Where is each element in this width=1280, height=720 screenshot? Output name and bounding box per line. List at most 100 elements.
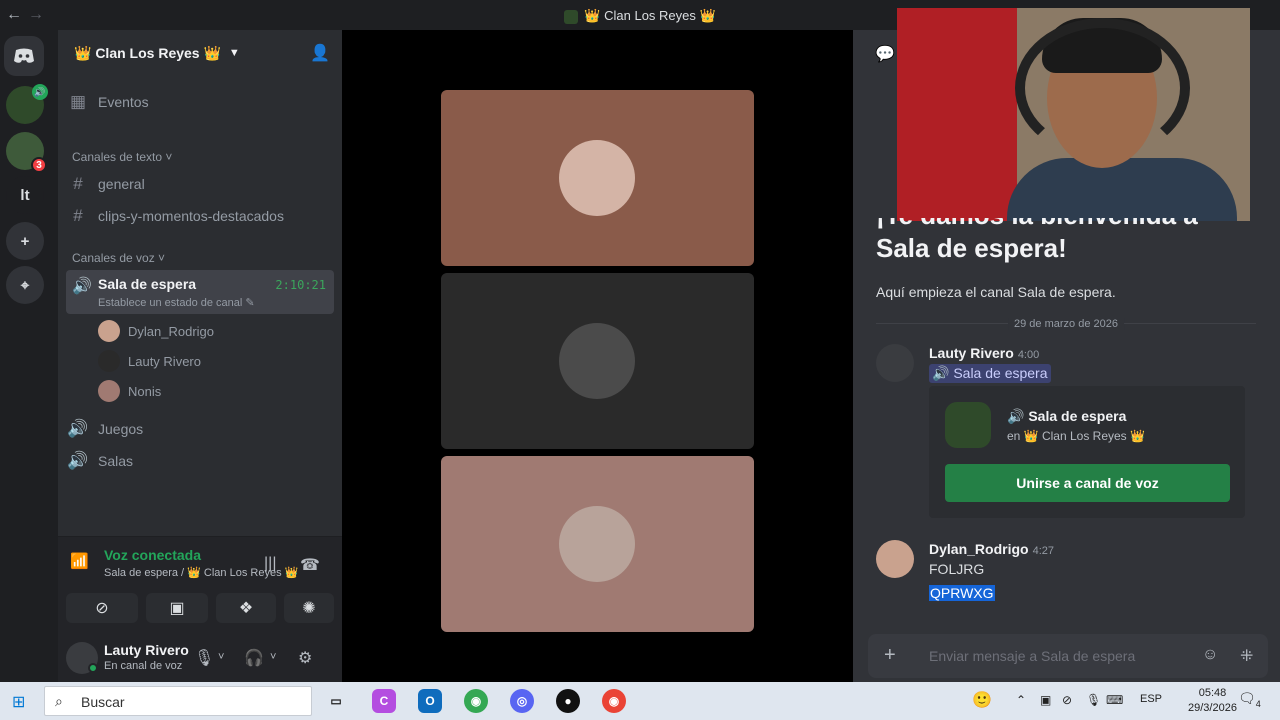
screen-share-button[interactable]: ▣	[146, 593, 208, 623]
voice-channels-category[interactable]: Canales de voz ˅	[72, 251, 165, 265]
microphone-icon[interactable]: 🎙	[194, 648, 214, 668]
voice-stage	[342, 30, 853, 682]
message-input[interactable]: Enviar mensaje a Sala de espera	[929, 648, 1135, 664]
settings-gear-icon[interactable]: ⚙	[298, 648, 312, 668]
network-icon[interactable]: ⊘	[1062, 693, 1072, 707]
activities-button[interactable]: ❖	[216, 593, 276, 623]
add-server-icon[interactable]: +	[6, 222, 44, 260]
avatar	[98, 320, 120, 342]
voice-channel-salas[interactable]: 🔊 Salas	[66, 451, 334, 471]
channel-status[interactable]: Establece un estado de canal ✎	[98, 296, 255, 309]
avatar	[559, 140, 635, 216]
microphone-icon[interactable]: 🎙	[1086, 693, 1101, 707]
message-composer: + Enviar mensaje a Sala de espera ☺ ⁜	[868, 634, 1268, 678]
hash-icon: #	[73, 174, 83, 193]
thread-icon[interactable]: 💬	[875, 44, 895, 64]
welcome-subtitle: Aquí empieza el canal Sala de espera.	[876, 284, 1116, 300]
channel-mention[interactable]: 🔊 Sala de espera	[929, 364, 1051, 383]
voice-user[interactable]: Lauty Rivero	[98, 350, 201, 372]
avatar	[559, 506, 635, 582]
hash-icon: #	[73, 206, 83, 225]
server-lt[interactable]: lt	[6, 176, 44, 214]
emoji-icon[interactable]: ☺	[1202, 646, 1218, 664]
explore-icon[interactable]: ⌖	[6, 266, 44, 304]
notification-app-icon[interactable]: 🙂	[972, 690, 992, 710]
headset-icon	[1015, 18, 1190, 158]
message-author[interactable]: Lauty Rivero 4:00	[929, 345, 1039, 361]
join-voice-button[interactable]: Unirse a canal de voz	[945, 464, 1230, 502]
server-clan-los-reyes[interactable]: 🔊	[6, 84, 48, 124]
avatar	[98, 380, 120, 402]
channel-clips[interactable]: # clips-y-momentos-destacados	[66, 206, 334, 226]
message-author[interactable]: Dylan_Rodrigo 4:27	[929, 541, 1054, 557]
video-tile-dylan[interactable]	[441, 90, 754, 266]
attach-plus-icon[interactable]: +	[884, 644, 896, 667]
server-name: 👑 Clan Los Reyes 👑	[74, 44, 221, 61]
message-text-selected: QPRWXG	[929, 585, 995, 601]
disconnect-icon[interactable]: ☎	[300, 555, 320, 575]
text-channels-category[interactable]: Canales de texto ˅	[72, 150, 172, 164]
unread-badge: 3	[31, 157, 47, 173]
message-text: FOLJRG	[929, 561, 985, 577]
server-icon	[945, 402, 991, 448]
keyboard-icon[interactable]: ⌨	[1106, 693, 1123, 707]
chrome-icon[interactable]: ◉	[464, 689, 488, 713]
language-indicator[interactable]: ESP	[1140, 693, 1162, 705]
chrome-profile-icon[interactable]: ◉	[602, 689, 626, 713]
discord-app-icon[interactable]: ◎	[510, 689, 534, 713]
avatar	[98, 350, 120, 372]
outlook-icon[interactable]: O	[418, 689, 442, 713]
channel-general[interactable]: # general	[66, 174, 334, 194]
webcam-overlay	[897, 8, 1250, 221]
chevron-down-icon[interactable]: ˅	[270, 651, 276, 663]
chevron-down-icon: ▼	[228, 47, 240, 59]
video-tile-nonis[interactable]	[441, 456, 754, 632]
avatar[interactable]	[876, 540, 914, 578]
voice-connection-panel: 📶 Voz conectada Sala de espera / 👑 Clan …	[58, 536, 342, 632]
taskbar-search[interactable]: ⌕ Buscar	[44, 686, 312, 716]
online-status-dot	[88, 663, 98, 673]
chevron-down-icon[interactable]: ˅	[218, 651, 224, 663]
windows-start-icon[interactable]: ⊞	[12, 692, 25, 712]
windows-taskbar: ⊞ ⌕ Buscar ▭ C O ◉ ◎ ● ◉ 🙂 ⌃ ▣ ⊘ 🎙 ⌨ ESP…	[0, 682, 1280, 720]
headphones-icon[interactable]: 🎧	[244, 648, 264, 668]
soundboard-button[interactable]: ✺	[284, 593, 334, 623]
voice-channel-sala-de-espera[interactable]: 🔊 Sala de espera Establece un estado de …	[66, 270, 334, 314]
calendar-icon: ▦	[69, 92, 87, 111]
avatar	[559, 323, 635, 399]
voice-active-icon: 🔊	[32, 84, 48, 100]
notifications-icon[interactable]: 🗨4	[1238, 690, 1261, 709]
discord-home-icon[interactable]	[4, 36, 44, 76]
speaker-icon: 🔊	[67, 419, 89, 438]
app-icon[interactable]: ●	[556, 689, 580, 713]
server-icon	[564, 9, 579, 24]
apps-icon[interactable]: ⁜	[1240, 646, 1253, 666]
task-view-icon[interactable]: ▭	[324, 689, 348, 713]
video-tile-lauty[interactable]	[441, 273, 754, 449]
invite-people-icon[interactable]: 👤	[310, 43, 330, 63]
copilot-icon[interactable]: C	[372, 689, 396, 713]
chevron-up-icon[interactable]: ⌃	[1016, 693, 1026, 707]
speaker-icon: 🔊	[72, 278, 92, 295]
voice-user[interactable]: Dylan_Rodrigo	[98, 320, 214, 342]
date-divider: 29 de marzo de 2026	[876, 318, 1256, 330]
camera-off-button[interactable]: ⊘	[66, 593, 138, 623]
voice-user[interactable]: Nonis	[98, 380, 161, 402]
channel-sidebar: 👑 Clan Los Reyes 👑 ▼ 👤 ▦ Eventos Canales …	[58, 30, 342, 682]
voice-invite-embed: 🔊 Sala de espera en 👑 Clan Los Reyes 👑 U…	[929, 386, 1245, 518]
server-header[interactable]: 👑 Clan Los Reyes 👑 ▼ 👤	[58, 30, 342, 76]
user-panel: Lauty Rivero En canal de voz 🎙 ˅ 🎧 ˅ ⚙	[58, 632, 342, 682]
tray-app-icon[interactable]: ▣	[1040, 693, 1051, 707]
taskbar-clock[interactable]: 05:48 29/3/2026	[1188, 686, 1237, 716]
voice-channel-juegos[interactable]: 🔊 Juegos	[66, 419, 334, 439]
signal-icon[interactable]: 📶	[70, 552, 89, 570]
avatar[interactable]	[876, 344, 914, 382]
noise-suppression-icon[interactable]: |||	[264, 555, 276, 573]
call-timer: 2:10:21	[275, 278, 326, 292]
server-icon-2[interactable]: 3	[6, 132, 47, 173]
speaker-icon: 🔊	[67, 451, 89, 470]
welcome-title: ¡Te damos la bienvenida a Sala de espera…	[876, 218, 1198, 263]
search-icon: ⌕	[55, 693, 63, 709]
events-item[interactable]: ▦ Eventos	[66, 92, 334, 112]
server-list: 🔊 3 lt + ⌖	[0, 30, 58, 682]
